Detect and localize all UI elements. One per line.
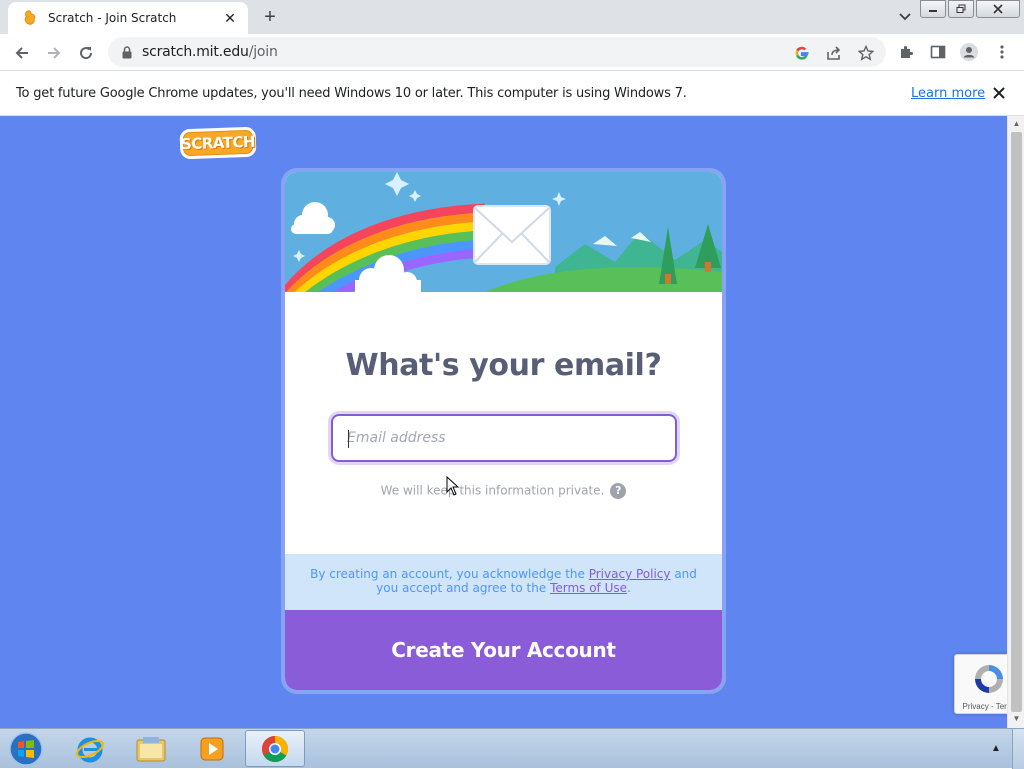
privacy-note-text: We will keep this information private. [380, 483, 605, 498]
minimize-button[interactable] [920, 0, 946, 18]
page-content: SCRATCH What's your email? Email address… [0, 116, 1007, 728]
new-tab-button[interactable]: + [259, 6, 281, 28]
window-close-button[interactable] [976, 0, 1020, 18]
privacy-policy-link[interactable]: Privacy Policy [589, 567, 671, 581]
scratch-cat-icon [22, 10, 38, 26]
profile-icon[interactable] [960, 43, 978, 61]
internet-explorer-icon[interactable] [62, 730, 118, 767]
recaptcha-badge[interactable]: Privacy - Terms [954, 654, 1007, 714]
email-input[interactable] [333, 416, 675, 460]
reload-icon[interactable] [74, 41, 98, 65]
terms-of-use-link[interactable]: Terms of Use [550, 581, 627, 595]
chevron-down-icon[interactable] [896, 8, 914, 26]
infobar-message: To get future Google Chrome updates, you… [16, 86, 687, 101]
restore-button[interactable] [948, 0, 974, 18]
text-caret [348, 430, 349, 448]
scroll-down-icon[interactable]: ▼ [1011, 714, 1022, 724]
email-banner-illustration [285, 172, 722, 292]
help-icon[interactable]: ? [610, 483, 627, 499]
email-field-wrapper [331, 414, 677, 462]
forward-icon[interactable] [42, 41, 66, 65]
recaptcha-links[interactable]: Privacy - Terms [955, 702, 1007, 711]
url-path: /join [248, 44, 278, 60]
legal-text-3: . [627, 581, 631, 595]
scratch-logo[interactable]: SCRATCH [179, 126, 257, 160]
join-modal-body: What's your email? We will keep this inf… [285, 172, 722, 690]
chrome-icon[interactable] [245, 730, 305, 767]
tab-title: Scratch - Join Scratch [48, 11, 177, 25]
url-host: scratch.mit.edu [142, 44, 249, 60]
windows-taskbar: ▲ [0, 728, 1024, 769]
scroll-up-icon[interactable]: ▲ [1011, 119, 1022, 129]
url-text: scratch.mit.edu/join [142, 44, 278, 60]
side-panel-icon[interactable] [929, 43, 947, 61]
scratch-logo-text: SCRATCH [180, 132, 256, 154]
learn-more-link[interactable]: Learn more [911, 86, 985, 101]
page-title: What's your email? [345, 348, 662, 383]
browser-toolbar: scratch.mit.edu/join [0, 34, 1024, 71]
tab-strip: Scratch - Join Scratch ✕ + [0, 0, 1024, 34]
mouse-cursor-icon [446, 476, 460, 496]
update-infobar: To get future Google Chrome updates, you… [0, 71, 1024, 116]
window-controls [918, 0, 1020, 18]
share-icon[interactable] [825, 44, 843, 62]
scrollbar-thumb[interactable] [1011, 132, 1022, 712]
start-orb-icon[interactable] [6, 731, 46, 767]
legal-notice: By creating an account, you acknowledge … [285, 554, 722, 610]
join-modal: What's your email? We will keep this inf… [281, 168, 726, 694]
extensions-icon[interactable] [897, 43, 915, 61]
tray-expand-icon[interactable]: ▲ [991, 743, 1001, 754]
tab-close-icon[interactable]: ✕ [222, 10, 238, 26]
media-player-icon[interactable] [184, 730, 240, 767]
envelope-icon [473, 205, 551, 265]
show-desktop-button[interactable] [1012, 729, 1024, 769]
legal-text-1: By creating an account, you acknowledge … [310, 567, 589, 581]
lock-icon[interactable] [120, 45, 134, 59]
file-explorer-icon[interactable] [123, 730, 179, 767]
recaptcha-icon [975, 665, 1003, 693]
google-icon[interactable] [793, 44, 811, 62]
infobar-close-icon[interactable] [990, 84, 1008, 102]
star-icon[interactable] [857, 44, 875, 62]
tab-scratch-join[interactable]: Scratch - Join Scratch ✕ [8, 2, 248, 34]
menu-icon[interactable] [993, 43, 1011, 61]
create-account-button[interactable]: Create Your Account [285, 610, 722, 690]
page-scrollbar[interactable]: ▲ ▼ [1007, 116, 1024, 728]
address-bar[interactable]: scratch.mit.edu/join [108, 37, 886, 67]
back-icon[interactable] [10, 41, 34, 65]
privacy-note: We will keep this information private.? [285, 483, 722, 499]
